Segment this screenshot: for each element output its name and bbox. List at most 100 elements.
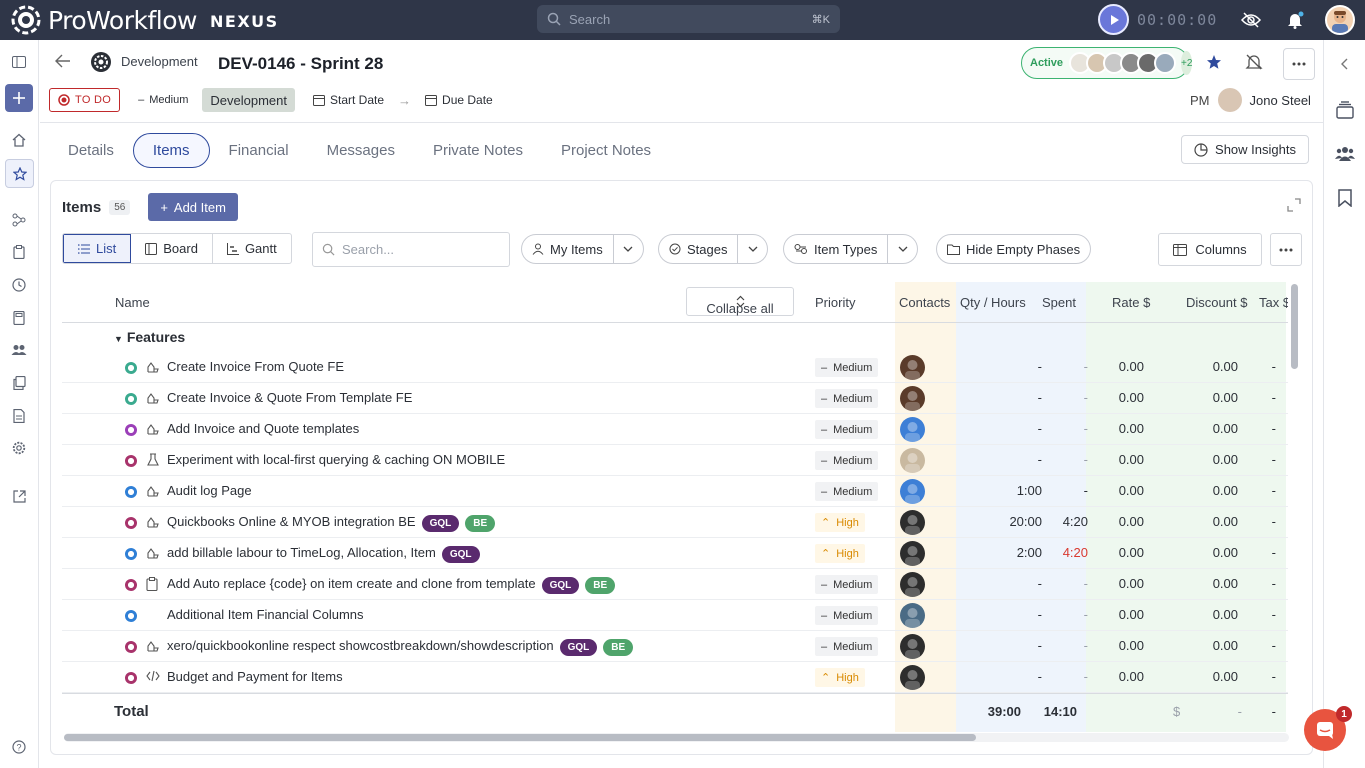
- table-row[interactable]: Experiment with local-first querying & c…: [62, 445, 1288, 476]
- priority-badge[interactable]: ⌃ High: [815, 668, 865, 687]
- start-date-field[interactable]: Start Date: [305, 88, 392, 112]
- priority-badge[interactable]: – Medium: [815, 358, 879, 377]
- avatar[interactable]: [900, 479, 925, 504]
- header-qty[interactable]: Qty / Hours: [960, 295, 1026, 310]
- status-dot[interactable]: [125, 672, 137, 684]
- qty-cell[interactable]: 1:00: [1002, 483, 1042, 498]
- priority-badge[interactable]: ⌃ High: [815, 544, 865, 563]
- scroll-thumb[interactable]: [64, 734, 976, 741]
- star-icon[interactable]: [1206, 54, 1222, 73]
- avatar[interactable]: [900, 355, 925, 380]
- spent-cell[interactable]: -: [1048, 421, 1088, 436]
- item-name[interactable]: xero/quickbookonline respect showcostbre…: [167, 638, 634, 656]
- tax-cell[interactable]: -: [1262, 483, 1276, 498]
- tax-cell[interactable]: -: [1262, 452, 1276, 467]
- avatar[interactable]: [900, 541, 925, 566]
- priority-badge[interactable]: – Medium: [815, 482, 879, 501]
- discount-cell[interactable]: 0.00: [1198, 514, 1238, 529]
- tax-cell[interactable]: -: [1262, 390, 1276, 405]
- project-manager[interactable]: PM Jono Steel: [1190, 88, 1311, 112]
- rate-cell[interactable]: 0.00: [1104, 669, 1144, 684]
- priority-badge[interactable]: – Medium: [815, 451, 879, 470]
- section-header[interactable]: ▼ Features: [114, 329, 185, 345]
- my-items-filter[interactable]: My Items: [521, 234, 644, 264]
- header-name[interactable]: Name: [115, 295, 150, 310]
- rate-cell[interactable]: 0.00: [1104, 390, 1144, 405]
- avatar[interactable]: [900, 572, 925, 597]
- tag-gql[interactable]: GQL: [441, 546, 480, 563]
- status-dot[interactable]: [125, 641, 137, 653]
- item-name[interactable]: add billable labour to TimeLog, Allocati…: [167, 545, 480, 563]
- invoice-icon[interactable]: [7, 404, 31, 428]
- view-board[interactable]: Board: [131, 234, 213, 263]
- chevron-down-icon[interactable]: [612, 235, 643, 263]
- discount-cell[interactable]: 0.00: [1198, 421, 1238, 436]
- avatar[interactable]: [900, 634, 925, 659]
- tax-cell[interactable]: -: [1262, 359, 1276, 374]
- item-name[interactable]: Audit log Page: [167, 483, 252, 498]
- table-row[interactable]: Quickbooks Online & MYOB integration BE G…: [62, 507, 1288, 538]
- header-discount[interactable]: Discount $: [1186, 295, 1247, 310]
- spent-cell[interactable]: -: [1048, 452, 1088, 467]
- status-dot[interactable]: [125, 362, 137, 374]
- discount-cell[interactable]: 0.00: [1198, 452, 1238, 467]
- discount-cell[interactable]: 0.00: [1198, 545, 1238, 560]
- tag-gql[interactable]: GQL: [541, 577, 580, 594]
- table-row[interactable]: add billable labour to TimeLog, Allocati…: [62, 538, 1288, 569]
- item-name[interactable]: Quickbooks Online & MYOB integration BE G…: [167, 514, 496, 532]
- due-date-field[interactable]: Due Date: [417, 88, 501, 112]
- spent-cell[interactable]: -: [1048, 359, 1088, 374]
- discount-cell[interactable]: 0.00: [1198, 483, 1238, 498]
- status-dot[interactable]: [125, 610, 137, 622]
- table-row[interactable]: Add Auto replace {code} on item create a…: [62, 569, 1288, 600]
- table-row[interactable]: Add Invoice and Quote templates – Medium - -…: [62, 414, 1288, 445]
- status-dot[interactable]: [125, 579, 137, 591]
- vertical-scrollbar[interactable]: [1290, 282, 1299, 692]
- bookmark-icon[interactable]: [1333, 186, 1357, 210]
- tab-financial[interactable]: Financial: [210, 134, 308, 167]
- discount-cell[interactable]: 0.00: [1198, 607, 1238, 622]
- rate-cell[interactable]: 0.00: [1104, 576, 1144, 591]
- header-contacts[interactable]: Contacts: [899, 295, 950, 310]
- spent-cell[interactable]: 4:20: [1048, 545, 1088, 560]
- item-name[interactable]: Add Auto replace {code} on item create a…: [167, 576, 616, 594]
- status-dot[interactable]: [125, 517, 137, 529]
- chevron-left-icon[interactable]: [1333, 52, 1357, 76]
- priority-badge[interactable]: – Medium: [815, 389, 879, 408]
- priority-badge[interactable]: – Medium: [815, 420, 879, 439]
- view-gantt[interactable]: Gantt: [213, 234, 291, 263]
- status-dot[interactable]: [125, 424, 137, 436]
- hide-icon[interactable]: [1240, 9, 1262, 31]
- rate-cell[interactable]: 0.00: [1104, 421, 1144, 436]
- table-row[interactable]: xero/quickbookonline respect showcostbre…: [62, 631, 1288, 662]
- tab-private-notes[interactable]: Private Notes: [414, 134, 542, 167]
- clock-icon[interactable]: [7, 273, 31, 297]
- discount-cell[interactable]: 0.00: [1198, 359, 1238, 374]
- tag-gql[interactable]: GQL: [559, 639, 598, 656]
- table-row[interactable]: Create Invoice & Quote From Template FE –…: [62, 383, 1288, 414]
- discount-cell[interactable]: 0.00: [1198, 669, 1238, 684]
- settings-gear-icon[interactable]: [7, 436, 31, 460]
- tab-project-notes[interactable]: Project Notes: [542, 134, 670, 167]
- spent-cell[interactable]: -: [1048, 483, 1088, 498]
- tag-gql[interactable]: GQL: [421, 515, 460, 532]
- stack-icon[interactable]: [1333, 98, 1357, 122]
- item-types-filter[interactable]: Item Types: [783, 234, 919, 264]
- global-search[interactable]: Search ⌘K: [537, 5, 840, 33]
- spent-cell[interactable]: 4:20: [1048, 514, 1088, 529]
- table-row[interactable]: Additional Item Financial Columns – Medium…: [62, 600, 1288, 631]
- tag-be[interactable]: BE: [465, 515, 496, 532]
- avatar[interactable]: [900, 665, 925, 690]
- state-badge[interactable]: TO DO: [49, 88, 121, 112]
- header-rate[interactable]: Rate $: [1112, 295, 1150, 310]
- qty-cell[interactable]: -: [1002, 421, 1042, 436]
- collapse-all-button[interactable]: Collapse all: [686, 287, 794, 316]
- status-dot[interactable]: [125, 455, 137, 467]
- avatar[interactable]: [900, 603, 925, 628]
- spent-cell[interactable]: -: [1048, 607, 1088, 622]
- help-icon[interactable]: ?: [7, 735, 31, 759]
- user-avatar[interactable]: [1325, 5, 1355, 35]
- status-dot[interactable]: [125, 548, 137, 560]
- mute-bell-icon[interactable]: [1245, 53, 1263, 74]
- create-new-button[interactable]: [5, 84, 33, 112]
